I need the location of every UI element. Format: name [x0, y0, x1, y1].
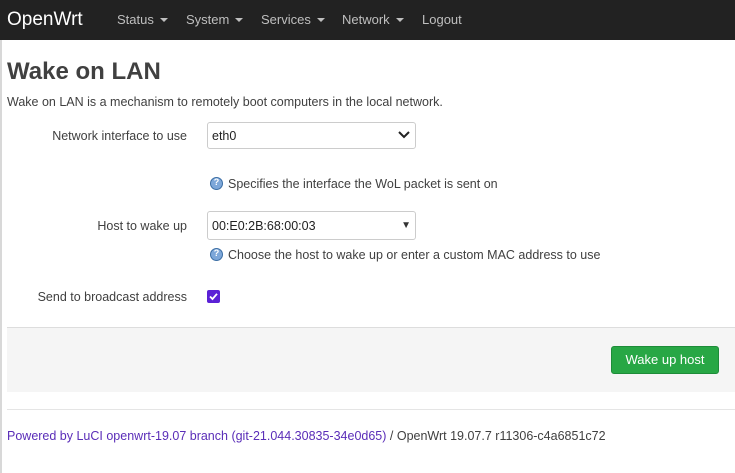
- host-hint: ? Choose the host to wake up or enter a c…: [210, 248, 600, 262]
- host-label: Host to wake up: [97, 219, 187, 233]
- page-title: Wake on LAN: [7, 58, 161, 85]
- left-divider: [0, 40, 2, 473]
- menu-logout[interactable]: Logout: [422, 12, 462, 27]
- help-icon: ?: [210, 248, 223, 261]
- menu-status-label: Status: [117, 12, 154, 27]
- menu-network-label: Network: [342, 12, 390, 27]
- chevron-down-icon: [398, 131, 410, 139]
- interface-select-value: eth0: [212, 129, 237, 143]
- menu-status[interactable]: Status: [117, 12, 168, 27]
- broadcast-label: Send to broadcast address: [37, 290, 187, 304]
- interface-hint: ? Specifies the interface the WoL packet …: [210, 177, 498, 191]
- footer: Powered by LuCI openwrt-19.07 branch (gi…: [7, 429, 606, 443]
- caret-down-icon: [235, 17, 244, 22]
- menu-system[interactable]: System: [186, 12, 244, 27]
- interface-hint-text: Specifies the interface the WoL packet i…: [228, 177, 498, 191]
- menu-logout-label: Logout: [422, 12, 462, 27]
- interface-select[interactable]: eth0: [207, 122, 416, 149]
- brand-logo[interactable]: OpenWrt: [7, 9, 83, 31]
- menu-system-label: System: [186, 12, 230, 27]
- caret-down-icon: [159, 17, 168, 22]
- host-combobox-value: 00:E0:2B:68:00:03: [212, 219, 316, 233]
- caret-down-icon: [395, 17, 404, 22]
- host-combobox[interactable]: 00:E0:2B:68:00:03 ▼: [207, 211, 416, 240]
- footer-version: / OpenWrt 19.07.7 r11306-c4a6851c72: [386, 429, 606, 443]
- wake-up-host-button[interactable]: Wake up host: [611, 346, 719, 374]
- host-hint-text: Choose the host to wake up or enter a cu…: [228, 248, 601, 262]
- check-icon: [209, 293, 218, 301]
- footer-divider: [7, 409, 735, 410]
- interface-label: Network interface to use: [52, 129, 187, 143]
- page-description: Wake on LAN is a mechanism to remotely b…: [7, 95, 443, 109]
- triangle-down-icon: ▼: [401, 220, 411, 231]
- top-navbar: OpenWrt Status System Services Network L…: [0, 0, 735, 40]
- menu-network[interactable]: Network: [342, 12, 404, 27]
- menu-services-label: Services: [261, 12, 311, 27]
- help-icon: ?: [210, 177, 223, 190]
- luci-link[interactable]: Powered by LuCI openwrt-19.07 branch (gi…: [7, 429, 386, 443]
- menu-services[interactable]: Services: [261, 12, 325, 27]
- broadcast-checkbox[interactable]: [207, 290, 220, 303]
- form-actions: Wake up host: [7, 327, 735, 392]
- caret-down-icon: [316, 17, 325, 22]
